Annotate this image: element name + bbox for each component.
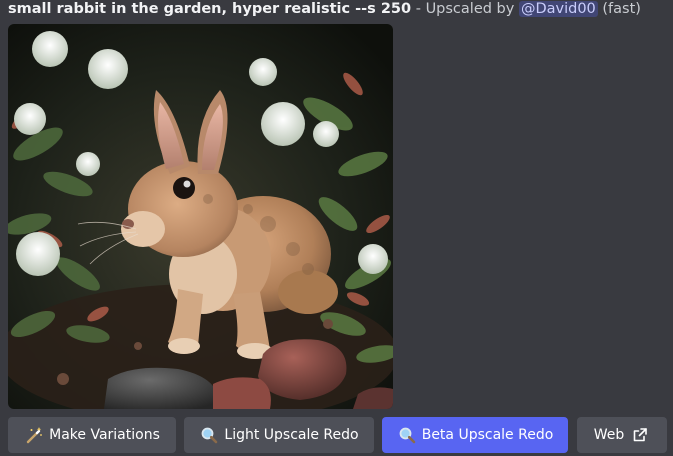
make-variations-button[interactable]: Make Variations	[8, 417, 176, 453]
make-variations-label: Make Variations	[49, 427, 160, 443]
upscaled-by-text: Upscaled by	[425, 1, 519, 17]
beta-upscale-redo-button[interactable]: Beta Upscale Redo	[382, 417, 568, 453]
caption-separator: -	[411, 1, 426, 17]
magnifier-icon	[199, 425, 219, 445]
user-mention[interactable]: @David00	[518, 1, 598, 17]
web-label: Web	[593, 427, 625, 443]
external-link-icon	[630, 425, 650, 445]
light-upscale-redo-label: Light Upscale Redo	[224, 427, 359, 443]
rabbit-garden-illustration	[8, 24, 393, 409]
magnifier-icon	[397, 425, 417, 445]
prompt-text: small rabbit in the garden, hyper realis…	[8, 1, 412, 17]
light-upscale-redo-button[interactable]: Light Upscale Redo	[184, 417, 374, 453]
web-link-button[interactable]: Web	[577, 417, 667, 453]
message-caption: small rabbit in the garden, hyper realis…	[8, 0, 641, 22]
beta-upscale-redo-label: Beta Upscale Redo	[421, 427, 554, 443]
magic-wand-icon	[24, 425, 44, 445]
generated-image[interactable]	[8, 24, 393, 409]
mode-text: (fast)	[597, 1, 641, 17]
